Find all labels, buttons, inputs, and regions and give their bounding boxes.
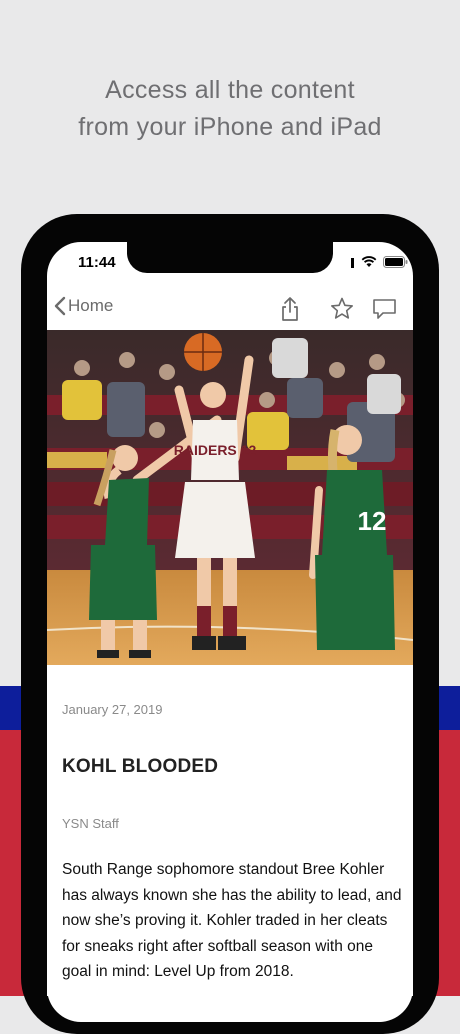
battery-icon — [383, 256, 408, 268]
promo-line-2: from your iPhone and iPad — [78, 113, 382, 141]
promo-headline: Access all the content from your iPhone … — [0, 72, 460, 146]
comment-icon[interactable] — [372, 298, 397, 320]
signal-icon — [351, 258, 354, 268]
article-date: January 27, 2019 — [62, 702, 163, 717]
share-icon[interactable] — [280, 296, 300, 322]
article-content: January 27, 2019 KOHL BLOODED YSN Staff … — [47, 665, 413, 996]
status-time: 11:44 — [78, 254, 116, 271]
article-title: KOHL BLOODED — [62, 756, 219, 777]
basketball-game-illustration: RAIDERS 12 12 — [47, 330, 413, 665]
defender-jersey-number: 12 — [358, 506, 387, 536]
chevron-left-icon — [54, 296, 66, 316]
article-body: South Range sophomore standout Bree Kohl… — [62, 861, 402, 980]
back-button[interactable]: Home — [54, 296, 113, 316]
nav-bar: Home — [47, 290, 413, 330]
article-byline: YSN Staff — [62, 816, 119, 831]
promo-line-1: Access all the content — [105, 76, 355, 104]
back-label: Home — [68, 296, 114, 315]
phone-notch — [127, 242, 333, 273]
wifi-icon — [361, 256, 377, 267]
star-icon[interactable] — [330, 297, 354, 320]
status-icons — [350, 255, 408, 269]
shooter-jersey-number: RAIDERS 12 — [174, 442, 257, 458]
article-photo: RAIDERS 12 12 — [47, 330, 413, 665]
